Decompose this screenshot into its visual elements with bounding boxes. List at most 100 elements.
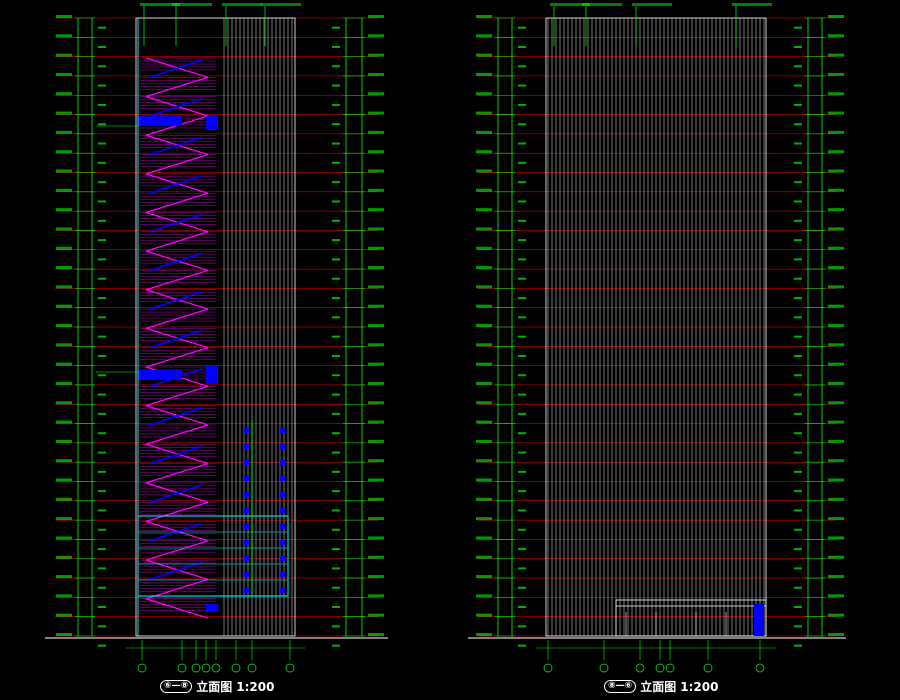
floor-mark <box>518 181 526 184</box>
small-opening <box>244 524 249 529</box>
level-mark <box>56 324 72 327</box>
level-mark <box>368 130 384 134</box>
floor-mark <box>794 509 802 512</box>
small-opening <box>280 588 285 593</box>
level-mark <box>828 439 844 443</box>
right-title-scale: 1:200 <box>680 679 719 694</box>
level-mark <box>828 362 844 366</box>
level-mark <box>476 324 492 327</box>
level-mark <box>56 169 72 173</box>
level-mark <box>368 111 384 115</box>
level-mark <box>368 72 384 76</box>
floor-mark <box>332 277 340 280</box>
floor-mark <box>794 84 802 87</box>
level-mark <box>476 72 492 76</box>
level-mark <box>368 324 384 327</box>
level-mark <box>828 304 844 308</box>
level-mark <box>56 285 72 289</box>
floor-mark <box>98 123 106 126</box>
small-opening <box>280 460 285 465</box>
level-mark <box>476 594 492 598</box>
level-mark <box>476 304 492 308</box>
level-mark <box>56 459 72 463</box>
floor-mark <box>794 258 802 261</box>
small-opening <box>280 476 285 481</box>
right-elevation-title: ⑧—⑥ 立面图 1:200 <box>604 678 718 695</box>
level-mark <box>368 208 384 212</box>
floor-mark <box>794 374 802 377</box>
blue-opening <box>206 116 218 130</box>
level-mark <box>828 188 844 192</box>
level-mark <box>56 266 72 270</box>
floor-mark <box>794 567 802 570</box>
level-mark <box>368 227 384 231</box>
level-mark <box>828 517 844 521</box>
left-title-scale: 1:200 <box>236 679 275 694</box>
floor-mark <box>794 644 802 647</box>
entrance-door <box>754 604 764 636</box>
level-mark <box>476 420 492 424</box>
floor-mark <box>332 142 340 145</box>
right-title-name: 立面图 <box>640 680 677 694</box>
level-mark <box>828 459 844 463</box>
floor-mark <box>794 65 802 68</box>
level-mark <box>828 53 844 57</box>
level-mark <box>476 381 492 385</box>
floor-mark <box>518 65 526 68</box>
level-mark <box>476 362 492 366</box>
floor-mark <box>98 103 106 106</box>
level-mark <box>56 575 72 579</box>
floor-mark <box>332 219 340 222</box>
level-mark <box>56 34 72 38</box>
level-mark <box>56 497 72 501</box>
small-opening <box>244 460 249 465</box>
small-opening <box>244 492 249 497</box>
floor-mark <box>518 84 526 87</box>
blue-opening <box>138 116 182 126</box>
blue-opening <box>206 604 218 612</box>
left-elevation-title: ⑥—⑧ 立面图 1:200 <box>160 678 274 695</box>
floor-mark <box>98 200 106 203</box>
floor-mark <box>98 644 106 647</box>
small-opening <box>244 508 249 513</box>
level-mark <box>368 575 384 579</box>
floor-mark <box>98 528 106 531</box>
floor-mark <box>332 239 340 242</box>
floor-mark <box>98 181 106 184</box>
floor-mark <box>98 297 106 300</box>
level-mark <box>828 478 844 482</box>
level-mark <box>828 324 844 327</box>
level-mark <box>476 401 492 405</box>
level-mark <box>476 575 492 579</box>
small-opening <box>280 492 285 497</box>
floor-mark <box>518 412 526 415</box>
floor-mark <box>332 297 340 300</box>
floor-mark <box>332 509 340 512</box>
level-mark <box>368 439 384 443</box>
floor-mark <box>518 490 526 493</box>
floor-mark <box>794 277 802 280</box>
level-mark <box>828 72 844 76</box>
level-mark <box>56 478 72 482</box>
level-mark <box>476 266 492 270</box>
level-mark <box>476 53 492 57</box>
floor-mark <box>332 490 340 493</box>
floor-mark <box>332 625 340 628</box>
floor-mark <box>98 239 106 242</box>
small-opening <box>244 444 249 449</box>
floor-mark <box>98 335 106 338</box>
level-mark <box>56 401 72 405</box>
floor-mark <box>98 26 106 29</box>
level-mark <box>476 285 492 289</box>
floor-mark <box>518 142 526 145</box>
small-opening <box>280 428 285 433</box>
floor-mark <box>332 644 340 647</box>
level-mark <box>828 555 844 559</box>
level-mark <box>368 246 384 250</box>
blue-opening <box>206 366 218 384</box>
level-mark <box>56 188 72 192</box>
floor-mark <box>794 354 802 357</box>
level-mark <box>56 594 72 598</box>
floor-mark <box>332 200 340 203</box>
floor-mark <box>98 65 106 68</box>
